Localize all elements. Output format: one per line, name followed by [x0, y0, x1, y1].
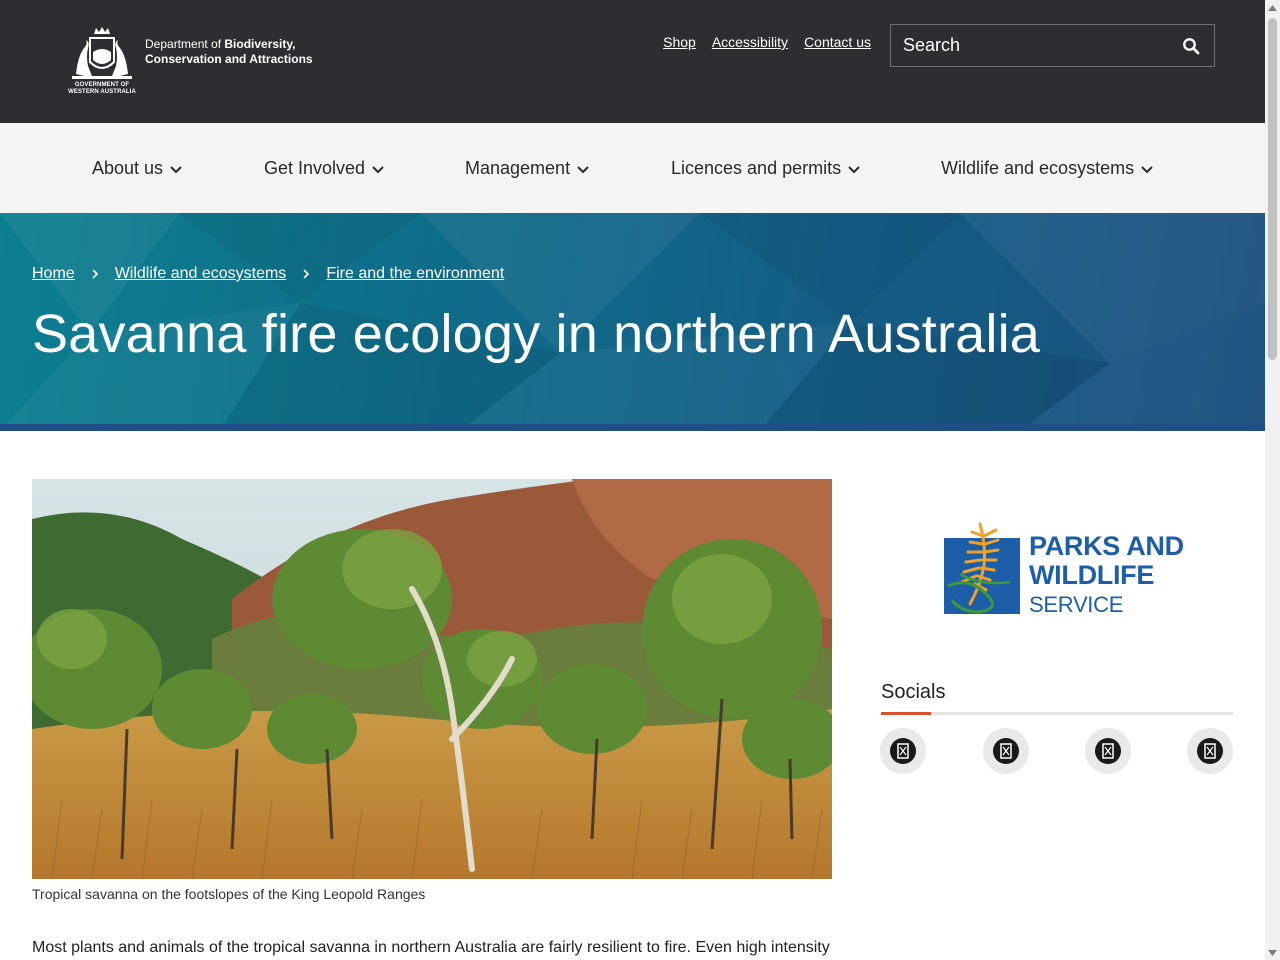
socials-heading: Socials — [881, 681, 946, 703]
chevron-down-icon — [372, 165, 384, 173]
page-scrollbar[interactable] — [1265, 0, 1280, 960]
image-caption: Tropical savanna on the footslopes of th… — [32, 886, 426, 902]
page-title: Savanna fire ecology in northern Austral… — [32, 304, 1041, 364]
savanna-photo — [32, 479, 832, 879]
dept-prefix: Department of — [145, 37, 225, 51]
accessibility-link[interactable]: Accessibility — [712, 34, 788, 50]
contact-us-link[interactable]: Contact us — [804, 34, 871, 50]
intro-paragraph: Most plants and animals of the tropical … — [32, 939, 830, 956]
social-icon-4 — [1197, 738, 1223, 764]
nav-item-about-us[interactable]: About us — [92, 158, 183, 179]
chevron-down-icon — [577, 165, 589, 173]
site-header: GOVERNMENT OF WESTERN AUSTRALIA Departme… — [0, 0, 1265, 123]
main-nav: About us Get Involved Management Licence… — [0, 123, 1265, 213]
search-icon — [1183, 38, 1200, 55]
nav-item-wildlife-and-ecosystems[interactable]: Wildlife and ecosystems — [941, 158, 1154, 179]
government-caption: GOVERNMENT OF WESTERN AUSTRALIA — [68, 82, 136, 95]
pws-line-3: SERVICE — [1029, 592, 1124, 617]
social-icon-1 — [890, 738, 916, 764]
utility-links: Shop Accessibility Contact us — [663, 34, 871, 50]
social-icon-3 — [1095, 738, 1121, 764]
social-link-1[interactable] — [880, 728, 926, 774]
socials-divider-accent — [881, 712, 931, 715]
search-input[interactable] — [891, 25, 1161, 66]
social-icon-2 — [993, 738, 1019, 764]
hero-bottom-stripe — [0, 424, 1265, 431]
dept-line2: Conservation and Attractions — [145, 52, 313, 66]
scrollbar-thumb[interactable] — [1268, 18, 1277, 360]
chevron-right-icon — [302, 268, 310, 280]
search-button[interactable] — [1178, 33, 1204, 59]
breadcrumb: Home Wildlife and ecosystems Fire and th… — [32, 265, 504, 283]
pws-wordmark: PARKS AND WILDLIFE SERVICE — [1029, 532, 1184, 619]
chevron-down-icon — [170, 165, 182, 173]
breadcrumb-wildlife-and-ecosystems[interactable]: Wildlife and ecosystems — [115, 265, 287, 283]
social-link-2[interactable] — [983, 728, 1029, 774]
shop-link[interactable]: Shop — [663, 34, 696, 50]
banksia-logo-icon — [944, 522, 1020, 614]
pws-line-1: PARKS AND — [1029, 531, 1184, 561]
chevron-down-icon — [1141, 165, 1153, 173]
socials-divider — [881, 712, 1233, 715]
nav-item-management[interactable]: Management — [465, 158, 590, 179]
nav-label: Management — [465, 158, 571, 178]
social-link-3[interactable] — [1085, 728, 1131, 774]
nav-label: Licences and permits — [671, 158, 842, 178]
search-box — [890, 24, 1215, 67]
breadcrumb-home[interactable]: Home — [32, 265, 75, 283]
nav-item-get-involved[interactable]: Get Involved — [264, 158, 385, 179]
dept-bold-line1: Biodiversity, — [224, 37, 296, 51]
nav-label: Get Involved — [264, 158, 366, 178]
hero-banner: Home Wildlife and ecosystems Fire and th… — [0, 213, 1265, 431]
scroll-up-arrow-icon[interactable] — [1268, 3, 1277, 12]
nav-item-licences-and-permits[interactable]: Licences and permits — [671, 158, 861, 179]
nav-label: About us — [92, 158, 164, 178]
chevron-right-icon — [91, 268, 99, 280]
department-name[interactable]: Department of Biodiversity, Conservation… — [145, 37, 313, 67]
parks-and-wildlife-service-logo[interactable]: PARKS AND WILDLIFE SERVICE — [940, 516, 1185, 620]
breadcrumb-fire-and-the-environment[interactable]: Fire and the environment — [326, 265, 504, 283]
social-link-4[interactable] — [1187, 728, 1233, 774]
chevron-down-icon — [848, 165, 860, 173]
pws-line-2: WILDLIFE — [1029, 560, 1155, 590]
scroll-down-arrow-icon[interactable] — [1268, 948, 1277, 957]
nav-label: Wildlife and ecosystems — [941, 158, 1135, 178]
